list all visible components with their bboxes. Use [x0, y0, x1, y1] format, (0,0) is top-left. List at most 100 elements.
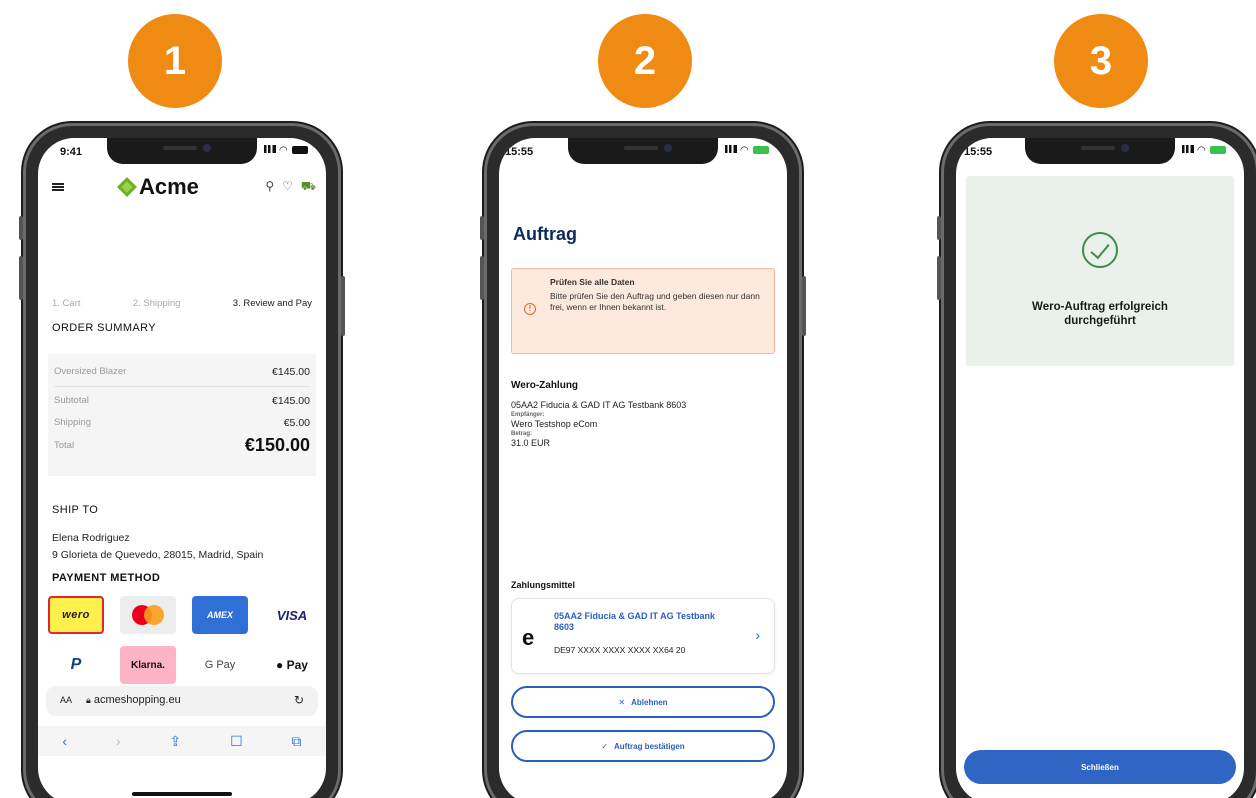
browser-toolbar: ‹ › ⇪ ☐ ⧉ — [38, 726, 326, 756]
menu-icon[interactable] — [52, 183, 64, 191]
total-value: €150.00 — [244, 435, 310, 455]
step-badge-3: 3 — [1054, 14, 1148, 108]
pay-visa-button[interactable]: VISA — [264, 596, 320, 634]
pay-applepay-button[interactable]: ● Pay — [264, 646, 320, 684]
phone-bank-confirm: 15:55 ◠ Auftrag ! Prüfen Sie alle Daten … — [480, 126, 806, 798]
recipient-value: Wero Testshop eCom — [511, 419, 598, 429]
reject-label: Ablehnen — [631, 697, 668, 707]
screen: 15:55 ◠ Auftrag ! Prüfen Sie alle Daten … — [499, 138, 787, 798]
brand-name: Acme — [139, 174, 199, 199]
step-review-pay: 3. Review and Pay — [232, 298, 312, 309]
pay-klarna-button[interactable]: Klarna. — [120, 646, 176, 684]
means-section-title: Zahlungsmittel — [511, 580, 576, 590]
signal-icon — [724, 145, 737, 153]
payment-details: 05AA2 Fiducia & GAD IT AG Testbank 8603 … — [511, 400, 775, 449]
home-indicator[interactable] — [132, 792, 232, 796]
recipient-label: Empfänger: — [511, 412, 545, 418]
line-item: Oversized Blazer €145.00 — [54, 366, 310, 378]
battery-icon — [1210, 146, 1226, 155]
ship-address: 9 Glorieta de Quevedo, 28015, Madrid, Sp… — [52, 549, 264, 561]
signal-icon — [263, 145, 276, 153]
confirm-label: Auftrag bestätigen — [614, 741, 685, 751]
status-time: 9:41 — [60, 146, 83, 158]
subtotal-label: Subtotal — [54, 395, 89, 406]
page-title: Auftrag — [513, 224, 577, 244]
apple-icon: ● — [276, 658, 284, 672]
cart-icon[interactable]: ⛟ — [301, 179, 316, 195]
pay-wero-button[interactable]: wero — [48, 596, 104, 634]
back-icon[interactable]: ‹ — [62, 733, 67, 749]
check-icon: ✓ — [601, 741, 609, 751]
account-iban: DE97 XXXX XXXX XXXX XX64 20 — [554, 645, 686, 655]
step-shipping[interactable]: 2. Shipping — [133, 298, 181, 309]
reader-aa-button[interactable]: AA — [60, 695, 72, 705]
order-summary: Oversized Blazer €145.00 Subtotal €145.00 … — [48, 354, 316, 476]
step-cart[interactable]: 1. Cart — [52, 298, 81, 309]
close-icon: ✕ — [618, 697, 626, 707]
bank-line: 05AA2 Fiducia & GAD IT AG Testbank 8603 — [511, 400, 687, 410]
close-button[interactable]: Schließen — [964, 750, 1236, 784]
notch — [1025, 138, 1175, 164]
notch — [568, 138, 718, 164]
wifi-icon: ◠ — [740, 145, 750, 156]
success-check-icon — [1082, 232, 1118, 268]
total-row: Total €150.00 — [54, 435, 310, 456]
payment-methods: wero AMEX VISA P Klarna. G Pay ● Pay — [48, 596, 320, 684]
alert-text: Bitte prüfen Sie den Auftrag und geben d… — [550, 291, 760, 312]
shipping-label: Shipping — [54, 417, 91, 428]
item-price: €145.00 — [272, 366, 310, 378]
item-name: Oversized Blazer — [54, 366, 127, 377]
payment-account-card[interactable]: e 05AA2 Fiducia & GAD IT AG Testbank 860… — [511, 598, 775, 674]
success-message: Wero-Auftrag erfolgreich durchgeführt — [1032, 301, 1168, 327]
browser-url-bar[interactable]: AA 🔒︎ acmeshopping.eu ↻ — [46, 686, 318, 716]
url-value: acmeshopping.eu — [93, 694, 181, 706]
step-badge-2: 2 — [598, 14, 692, 108]
status-icons: ◠ — [1181, 145, 1226, 156]
reject-button[interactable]: ✕ Ablehnen — [511, 686, 775, 718]
share-icon[interactable]: ⇪ — [169, 733, 181, 750]
battery-icon — [753, 146, 769, 155]
url-text: 🔒︎ acmeshopping.eu — [86, 694, 181, 706]
wifi-icon: ◠ — [1197, 145, 1207, 156]
battery-icon — [292, 146, 308, 155]
forward-icon[interactable]: › — [116, 733, 121, 749]
brand-logo[interactable]: Acme — [117, 174, 199, 200]
warning-icon: ! — [524, 303, 536, 315]
alert-title: Prüfen Sie alle Daten — [550, 277, 635, 287]
wifi-icon: ◠ — [279, 145, 289, 156]
applepay-label: Pay — [286, 658, 308, 672]
chevron-right-icon: › — [755, 627, 760, 643]
ship-name: Elena Rodriguez — [52, 532, 130, 544]
phone-checkout: 9:41 ◠ Acme ⚲ ♡ ⛟ 1. Cart 2. Shipping 3.… — [19, 126, 345, 798]
checkout-steps: 1. Cart 2. Shipping 3. Review and Pay — [52, 298, 312, 309]
pay-paypal-button[interactable]: P — [48, 646, 104, 684]
search-icon[interactable]: ⚲ — [265, 179, 274, 195]
reload-icon[interactable]: ↻ — [294, 693, 304, 707]
heart-icon[interactable]: ♡ — [282, 179, 293, 195]
warning-alert: ! Prüfen Sie alle Daten Bitte prüfen Sie… — [511, 268, 775, 354]
lock-icon: 🔒︎ — [86, 695, 91, 705]
pay-mastercard-button[interactable] — [120, 596, 176, 634]
ship-to-title: SHIP TO — [52, 504, 99, 516]
confirm-button[interactable]: ✓ Auftrag bestätigen — [511, 730, 775, 762]
logo-mark-icon — [117, 177, 137, 197]
tabs-icon[interactable]: ⧉ — [292, 733, 302, 750]
subtotal-row: Subtotal €145.00 — [54, 395, 310, 407]
amount-label: Betrag: — [511, 431, 533, 437]
subtotal-value: €145.00 — [272, 395, 310, 407]
signal-icon — [1181, 145, 1194, 153]
pay-amex-button[interactable]: AMEX — [192, 596, 248, 634]
order-summary-title: ORDER SUMMARY — [52, 322, 157, 334]
payment-method-title: PAYMENT METHOD — [52, 572, 161, 584]
shop-header: Acme ⚲ ♡ ⛟ — [38, 174, 326, 204]
bookmarks-icon[interactable]: ☐ — [230, 733, 243, 750]
total-label: Total — [54, 440, 75, 451]
paypal-icon: P — [70, 656, 82, 673]
pay-gpay-button[interactable]: G Pay — [192, 646, 248, 684]
phone-success: 15:55 ◠ Wero-Auftrag erfolgreich durchge… — [937, 126, 1256, 798]
shipping-row: Shipping €5.00 — [54, 417, 310, 429]
notch — [107, 138, 257, 164]
screen: 9:41 ◠ Acme ⚲ ♡ ⛟ 1. Cart 2. Shipping 3.… — [38, 138, 326, 798]
amount-value: 31.0 EUR — [511, 438, 551, 448]
bank-e-icon: e — [522, 625, 535, 650]
